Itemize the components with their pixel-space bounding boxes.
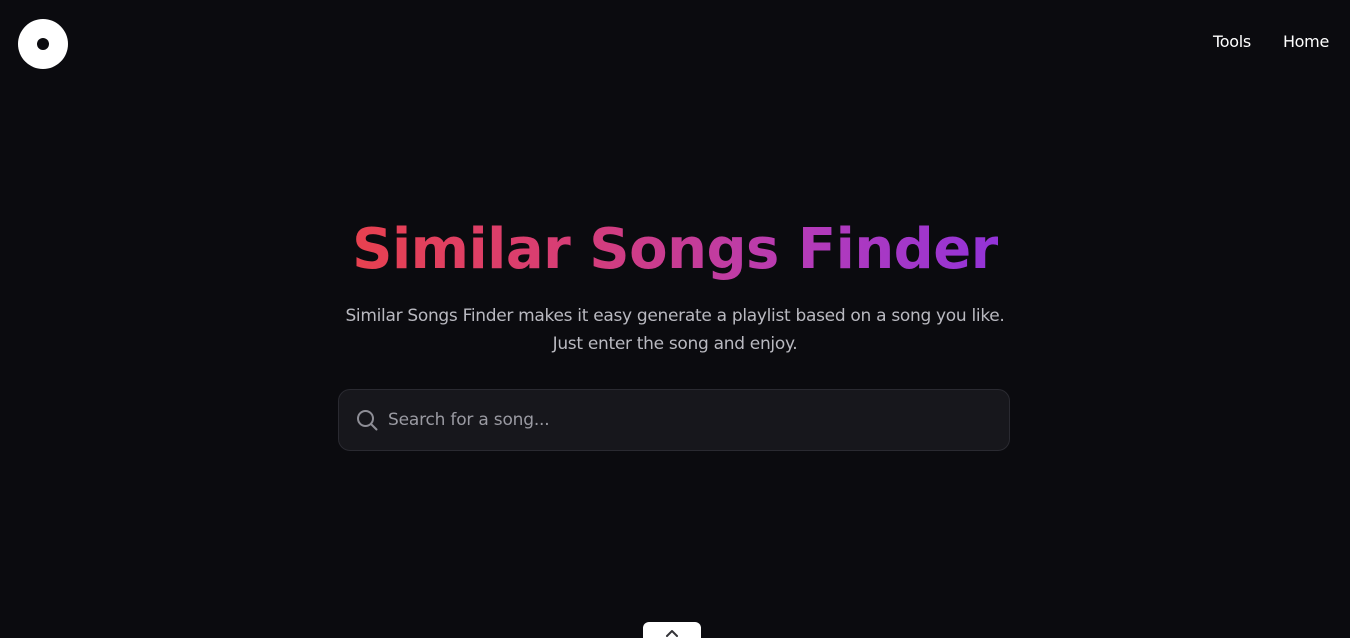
- search-icon: [357, 410, 378, 431]
- chevron-up-icon: [666, 630, 678, 637]
- search-input[interactable]: [388, 390, 1009, 450]
- nav-link-tools[interactable]: Tools: [1213, 32, 1251, 52]
- vinyl-disc-icon: [37, 38, 49, 50]
- page-title: Similar Songs Finder: [352, 212, 998, 288]
- top-nav: Tools Home: [1213, 32, 1329, 52]
- nav-link-home[interactable]: Home: [1283, 32, 1329, 52]
- page-subtitle: Similar Songs Finder makes it easy gener…: [345, 306, 1005, 354]
- hero: Similar Songs Finder Similar Songs Finde…: [0, 212, 1350, 358]
- page: Tools Home Similar Songs Finder Similar …: [0, 0, 1350, 638]
- search-bar[interactable]: [338, 389, 1010, 451]
- logo[interactable]: [18, 19, 68, 69]
- scroll-to-top-button[interactable]: [643, 622, 701, 638]
